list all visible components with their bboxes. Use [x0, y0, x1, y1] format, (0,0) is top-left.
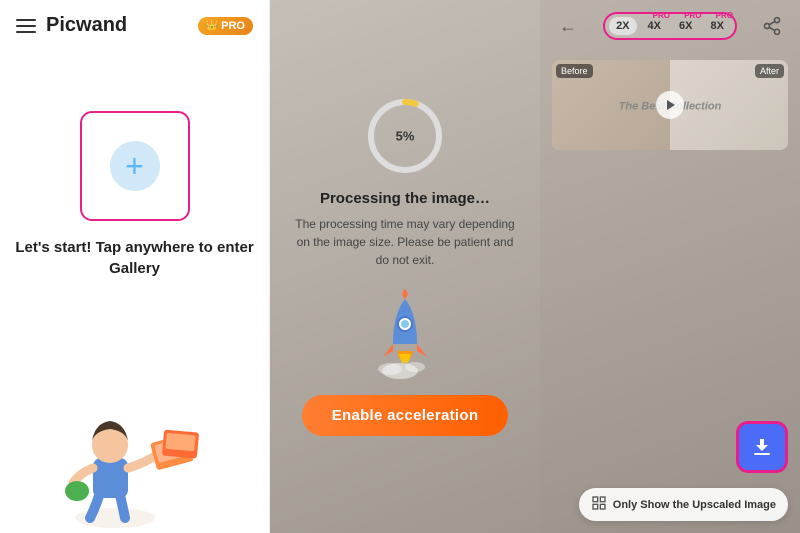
- left-panel: Picwand 👑 PRO + Let's start! Tap anywher…: [0, 0, 270, 533]
- scale-options: 2X PRO 4X PRO 6X PRO 8X: [603, 12, 737, 40]
- after-label: After: [755, 64, 784, 78]
- scale-8x-button[interactable]: PRO 8X: [703, 17, 730, 35]
- play-button[interactable]: [656, 91, 684, 119]
- progress-label: 5%: [396, 129, 415, 144]
- upscale-toggle-label: Only Show the Upscaled Image: [613, 499, 776, 511]
- enable-acceleration-button[interactable]: Enable acceleration: [302, 395, 509, 436]
- scale-4x-button[interactable]: PRO 4X: [641, 17, 668, 35]
- middle-panel: ← 5% Processing the image… The processin…: [270, 0, 540, 533]
- gallery-add-button[interactable]: +: [80, 111, 190, 221]
- gallery-section: + Let's start! Tap anywhere to enter Gal…: [0, 111, 269, 279]
- app-title: Picwand: [46, 14, 127, 37]
- plus-icon: +: [110, 141, 160, 191]
- progress-container: 5%: [365, 96, 445, 176]
- right-panel: ← 2X PRO 4X PRO 6X PRO 8X Befor: [540, 0, 800, 533]
- menu-icon[interactable]: [16, 19, 36, 33]
- rocket-illustration: [365, 289, 445, 379]
- upscale-icon: [591, 495, 607, 514]
- right-header: ← 2X PRO 4X PRO 6X PRO 8X: [540, 0, 800, 52]
- upscale-toggle[interactable]: Only Show the Upscaled Image: [579, 488, 788, 521]
- download-button[interactable]: [736, 421, 788, 473]
- share-button[interactable]: [756, 10, 788, 42]
- processing-description: The processing time may vary depending o…: [270, 215, 540, 269]
- nav-left-arrow[interactable]: ←: [552, 10, 584, 42]
- crown-icon: 👑: [206, 20, 218, 31]
- gallery-prompt-text: Let's start! Tap anywhere to enter Galle…: [0, 237, 269, 279]
- header-left: Picwand: [16, 14, 127, 37]
- illustration: [0, 373, 269, 533]
- before-label: Before: [556, 64, 593, 78]
- scale-2x-button[interactable]: 2X: [609, 17, 636, 35]
- scale-6x-button[interactable]: PRO 6X: [672, 17, 699, 35]
- app-header: Picwand 👑 PRO: [0, 0, 269, 51]
- pro-tag-8x: PRO: [716, 11, 733, 20]
- middle-content: 5% Processing the image… The processing …: [270, 56, 540, 436]
- pro-tag-6x: PRO: [684, 11, 701, 20]
- processing-title: Processing the image…: [320, 190, 490, 207]
- pro-tag-4x: PRO: [653, 11, 670, 20]
- pro-badge[interactable]: 👑 PRO: [198, 17, 253, 35]
- preview-image: Before After The Best Collection: [552, 60, 788, 150]
